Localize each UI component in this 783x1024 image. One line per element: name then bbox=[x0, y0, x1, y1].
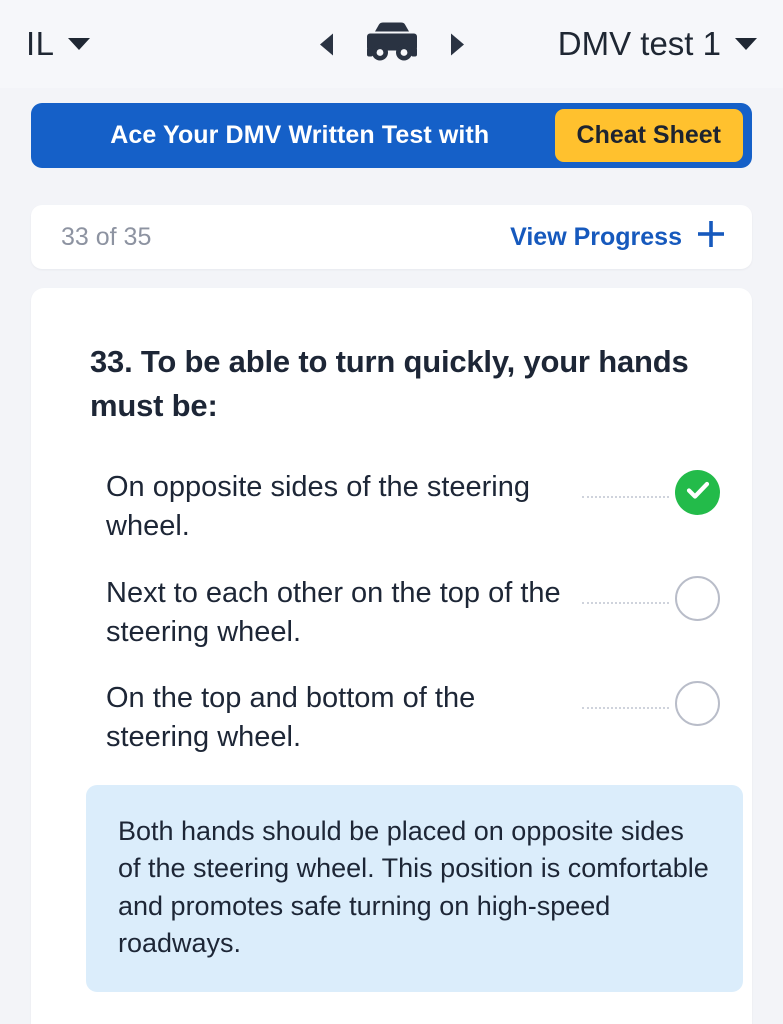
chevron-down-icon bbox=[735, 38, 757, 50]
leader-dots bbox=[582, 468, 669, 499]
state-selector[interactable]: IL bbox=[26, 25, 91, 63]
plus-icon bbox=[696, 219, 726, 256]
answer-option-1[interactable]: On opposite sides of the steering wheel. bbox=[106, 468, 720, 546]
vehicle-type-nav bbox=[319, 22, 464, 67]
question-text: 33. To be able to turn quickly, your han… bbox=[90, 344, 689, 424]
explanation-box: Both hands should be placed on opposite … bbox=[86, 785, 743, 993]
answer-list: On opposite sides of the steering wheel.… bbox=[60, 468, 720, 757]
answer-label: Next to each other on the top of the ste… bbox=[106, 576, 561, 648]
arrow-right-icon[interactable] bbox=[450, 33, 464, 55]
answer-label: On opposite sides of the steering wheel. bbox=[106, 471, 530, 542]
top-bar: IL DMV test 1 bbox=[0, 0, 783, 88]
chevron-down-icon bbox=[68, 38, 91, 50]
answer-option-2[interactable]: Next to each other on the top of the ste… bbox=[106, 574, 720, 652]
answer-label: On the top and bottom of the steering wh… bbox=[106, 682, 476, 754]
radio-empty-icon[interactable] bbox=[675, 681, 720, 727]
view-progress-button[interactable]: View Progress bbox=[510, 219, 726, 256]
view-progress-label: View Progress bbox=[510, 222, 682, 251]
progress-count: 33 of 35 bbox=[61, 222, 152, 251]
answer-option-3[interactable]: On the top and bottom of the steering wh… bbox=[106, 679, 720, 757]
check-icon bbox=[685, 477, 711, 508]
arrow-left-icon[interactable] bbox=[319, 33, 333, 55]
promo-banner[interactable]: Ace Your DMV Written Test with Cheat She… bbox=[31, 103, 752, 168]
leader-dots bbox=[582, 679, 669, 710]
check-circle-icon[interactable] bbox=[675, 470, 720, 516]
promo-text: Ace Your DMV Written Test with bbox=[110, 121, 490, 149]
progress-card: 33 of 35 View Progress bbox=[31, 205, 752, 269]
question-card: 33. To be able to turn quickly, your han… bbox=[31, 288, 752, 1024]
car-icon bbox=[359, 22, 425, 67]
cheat-sheet-button[interactable]: Cheat Sheet bbox=[554, 109, 743, 162]
leader-dots bbox=[582, 574, 669, 604]
test-label: DMV test 1 bbox=[557, 25, 721, 62]
state-label: IL bbox=[26, 25, 55, 62]
test-selector[interactable]: DMV test 1 bbox=[558, 25, 757, 63]
radio-empty-icon[interactable] bbox=[675, 575, 720, 621]
